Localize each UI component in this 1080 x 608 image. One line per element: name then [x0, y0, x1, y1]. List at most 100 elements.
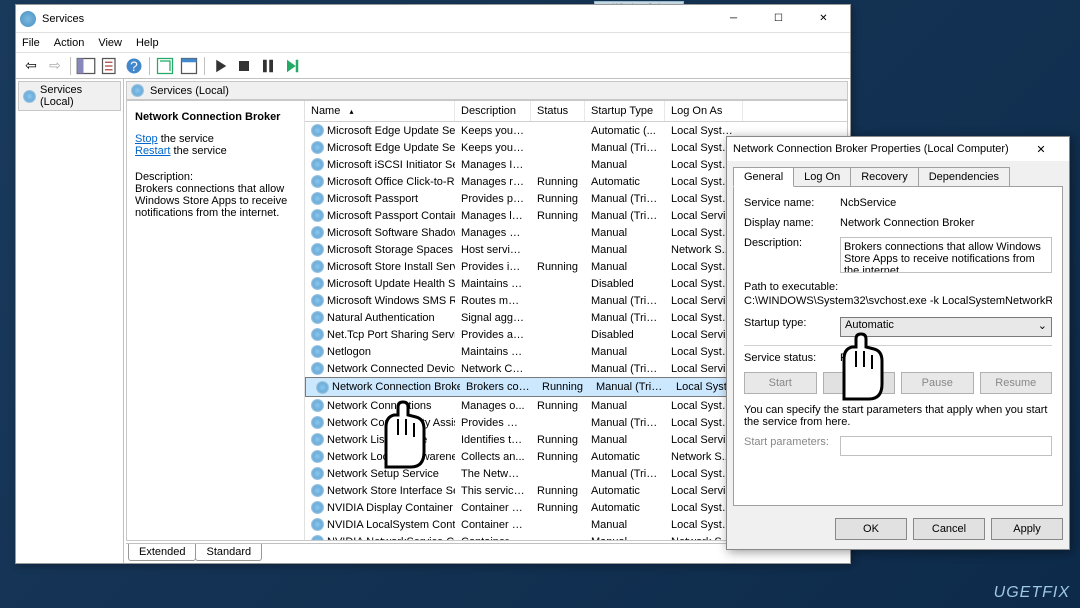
- description-label: Description:: [135, 171, 296, 183]
- startup-type-label: Startup type:: [744, 317, 840, 329]
- stop-link[interactable]: Stop: [135, 133, 158, 145]
- description-text: Brokers connections that allow Windows S…: [135, 183, 296, 219]
- tab-general[interactable]: General: [733, 167, 794, 187]
- start-params-label: Start parameters:: [744, 436, 840, 448]
- menu-action[interactable]: Action: [54, 37, 85, 49]
- col-logon[interactable]: Log On As: [665, 101, 743, 121]
- tree-root[interactable]: Services (Local): [18, 81, 121, 111]
- stop-service-button[interactable]: [233, 55, 255, 77]
- col-startup[interactable]: Startup Type: [585, 101, 665, 121]
- services-icon: [23, 90, 36, 103]
- col-description[interactable]: Description: [455, 101, 531, 121]
- cancel-button[interactable]: Cancel: [913, 518, 985, 540]
- service-icon: [311, 433, 324, 446]
- description-label: Description:: [744, 237, 840, 249]
- forward-button[interactable]: ⇨: [44, 55, 66, 77]
- toolbar: ⇦ ⇨ ?: [16, 53, 850, 79]
- tab-recovery[interactable]: Recovery: [850, 167, 918, 187]
- service-icon: [311, 535, 324, 540]
- service-status-value: Running: [840, 352, 1052, 364]
- restart-service-button[interactable]: [281, 55, 303, 77]
- menubar: File Action View Help: [16, 33, 850, 53]
- start-service-button[interactable]: [209, 55, 231, 77]
- dialog-tabs: General Log On Recovery Dependencies: [727, 161, 1069, 187]
- service-icon: [311, 158, 324, 171]
- col-name[interactable]: Name ▴: [305, 101, 455, 121]
- start-button[interactable]: Start: [744, 372, 817, 394]
- service-icon: [311, 243, 324, 256]
- service-icon: [311, 399, 324, 412]
- start-params-hint: You can specify the start parameters tha…: [744, 404, 1052, 428]
- service-info-panel: Network Connection Broker Stop the servi…: [127, 101, 305, 540]
- resume-button[interactable]: Resume: [980, 372, 1053, 394]
- stop-button[interactable]: Stop: [823, 372, 896, 394]
- service-status-label: Service status:: [744, 352, 840, 364]
- display-name-value: Network Connection Broker: [840, 217, 1052, 229]
- back-button[interactable]: ⇦: [20, 55, 42, 77]
- display-name-label: Display name:: [744, 217, 840, 229]
- apply-button[interactable]: Apply: [991, 518, 1063, 540]
- service-icon: [311, 328, 324, 341]
- selected-service-name: Network Connection Broker: [135, 111, 296, 123]
- service-icon: [311, 467, 324, 480]
- pause-service-button[interactable]: [257, 55, 279, 77]
- pause-button[interactable]: Pause: [901, 372, 974, 394]
- watermark-logo: UGETFIX: [994, 584, 1070, 602]
- path-label: Path to executable:: [744, 281, 1052, 293]
- properties-dialog: Network Connection Broker Properties (Lo…: [726, 136, 1070, 550]
- service-icon: [311, 311, 324, 324]
- detail-header-label: Services (Local): [150, 85, 229, 97]
- stop-suffix: the service: [158, 133, 214, 145]
- service-icon: [311, 294, 324, 307]
- menu-help[interactable]: Help: [136, 37, 159, 49]
- window-title: Services: [42, 13, 711, 25]
- service-icon: [311, 484, 324, 497]
- ok-button[interactable]: OK: [835, 518, 907, 540]
- tree-root-label: Services (Local): [40, 84, 116, 108]
- dialog-title: Network Connection Broker Properties (Lo…: [733, 143, 1019, 155]
- close-button[interactable]: ✕: [801, 9, 846, 29]
- tab-dependencies[interactable]: Dependencies: [918, 167, 1010, 187]
- service-icon: [311, 518, 324, 531]
- restart-link[interactable]: Restart: [135, 145, 170, 157]
- help-button[interactable]: ?: [123, 55, 145, 77]
- titlebar[interactable]: Services ─ ☐ ✕: [16, 5, 850, 33]
- dialog-close-button[interactable]: ✕: [1019, 139, 1063, 159]
- start-params-input[interactable]: [840, 436, 1052, 456]
- tab-extended[interactable]: Extended: [128, 544, 196, 561]
- minimize-button[interactable]: ─: [711, 9, 756, 29]
- menu-file[interactable]: File: [22, 37, 40, 49]
- service-icon: [311, 226, 324, 239]
- properties-button[interactable]: [178, 55, 200, 77]
- services-icon: [20, 11, 36, 27]
- show-hide-tree-button[interactable]: [75, 55, 97, 77]
- tab-logon[interactable]: Log On: [793, 167, 851, 187]
- list-header: Name ▴ Description Status Startup Type L…: [305, 101, 847, 122]
- maximize-button[interactable]: ☐: [756, 9, 801, 29]
- path-value: C:\WINDOWS\System32\svchost.exe -k Local…: [744, 295, 1052, 307]
- service-icon: [316, 381, 329, 394]
- service-icon: [311, 362, 324, 375]
- detail-header: Services (Local): [126, 81, 848, 100]
- description-box[interactable]: Brokers connections that allow Windows S…: [840, 237, 1052, 273]
- svg-text:?: ?: [130, 59, 138, 74]
- service-icon: [311, 175, 324, 188]
- services-icon: [131, 84, 144, 97]
- startup-type-select[interactable]: Automatic⌄: [840, 317, 1052, 337]
- service-icon: [311, 209, 324, 222]
- tab-standard[interactable]: Standard: [195, 544, 262, 561]
- tree-pane: Services (Local): [16, 79, 124, 563]
- col-status[interactable]: Status: [531, 101, 585, 121]
- service-icon: [311, 192, 324, 205]
- service-name-value: NcbService: [840, 197, 1052, 209]
- tab-general-page: Service name:NcbService Display name:Net…: [733, 186, 1063, 506]
- export-list-button[interactable]: [99, 55, 121, 77]
- service-icon: [311, 141, 324, 154]
- restart-suffix: the service: [170, 145, 226, 157]
- service-name-label: Service name:: [744, 197, 840, 209]
- dialog-titlebar[interactable]: Network Connection Broker Properties (Lo…: [727, 137, 1069, 161]
- service-icon: [311, 416, 324, 429]
- menu-view[interactable]: View: [98, 37, 122, 49]
- service-icon: [311, 124, 324, 137]
- refresh-button[interactable]: [154, 55, 176, 77]
